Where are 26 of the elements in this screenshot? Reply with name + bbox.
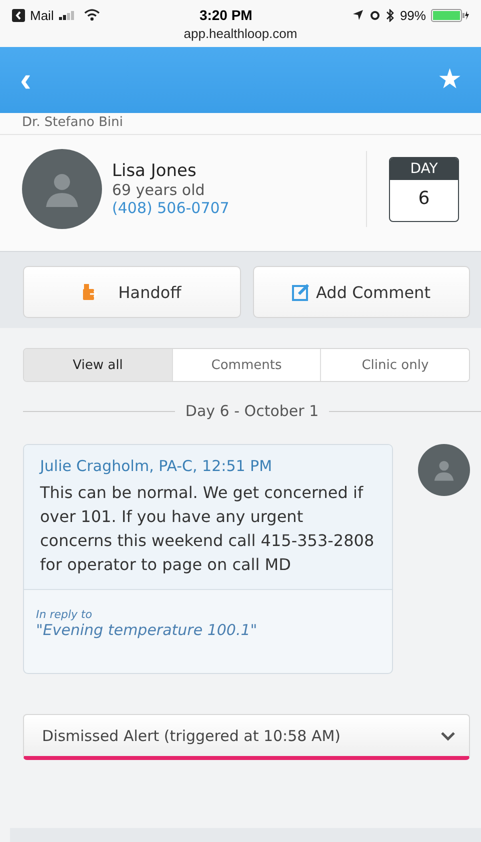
- day-heading: Day 6 - October 1: [185, 402, 319, 420]
- location-arrow-icon: [352, 9, 364, 21]
- alert-dropdown[interactable]: Dismissed Alert (triggered at 10:58 AM): [23, 714, 470, 760]
- day-badge: DAY 6: [389, 156, 459, 222]
- edit-icon: [292, 283, 310, 301]
- reply-quote: "Evening temperature 100.1": [36, 621, 258, 639]
- back-app-label[interactable]: Mail: [30, 8, 54, 22]
- handoff-button[interactable]: Handoff: [23, 266, 240, 318]
- patient-name: Lisa Jones: [112, 161, 198, 181]
- clock-time: 3:20 PM: [199, 7, 252, 23]
- filter-tab[interactable]: View all: [24, 349, 173, 381]
- author-avatar-icon: [418, 444, 470, 496]
- wifi-icon: [84, 9, 100, 21]
- reply-label: In reply to: [36, 608, 94, 621]
- add-comment-button[interactable]: Add Comment: [252, 266, 470, 318]
- message-text: This can be normal. We get concerned if over 101. If you have any urgent concerns this weekend call 415-353-2808 for operator to page on call MD: [40, 482, 376, 576]
- message-author: Julie Cragholm, PA-C, 12:51 PM: [40, 457, 274, 475]
- patient-age: 69 years old: [112, 181, 206, 199]
- bluetooth-icon: [386, 8, 395, 22]
- back-app-icon[interactable]: [12, 8, 25, 22]
- chevron-icon: [441, 730, 455, 740]
- handoff-icon: [82, 283, 98, 301]
- battery-percent: 99%: [400, 8, 426, 22]
- provider-name: Dr. Stefano Bini: [0, 113, 481, 135]
- page-url: app.healthloop.com: [182, 26, 298, 43]
- battery-icon: [430, 8, 469, 22]
